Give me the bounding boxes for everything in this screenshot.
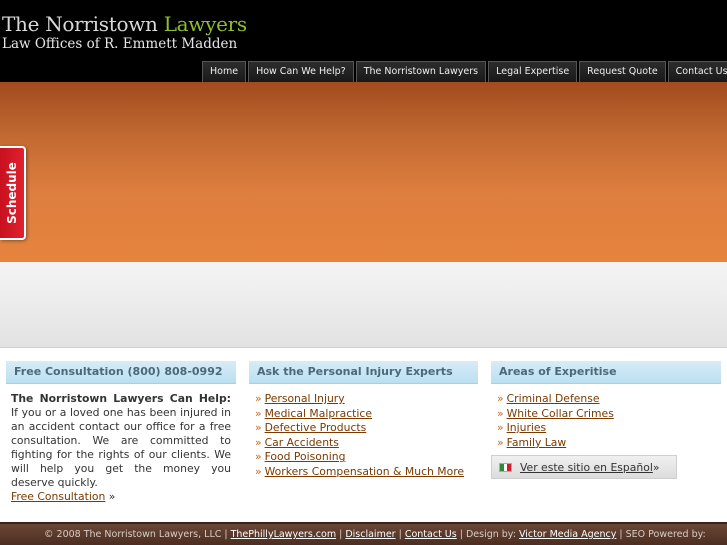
footer-copyright: © 2008 The Norristown Lawyers, LLC | bbox=[44, 529, 231, 540]
list-item: » Car Accidents bbox=[255, 436, 478, 451]
consultation-heading: Free Consultation (800) 808-0992 bbox=[6, 361, 236, 384]
logo-subtitle: Law Offices of R. Emmett Madden bbox=[2, 36, 238, 52]
bullet: » bbox=[255, 406, 262, 420]
footer-link-philly-lawyers[interactable]: ThePhillyLawyers.com bbox=[231, 529, 336, 540]
list-item: » Criminal Defense bbox=[497, 392, 721, 407]
nav-how-can-we-help[interactable]: How Can We Help? bbox=[248, 61, 354, 82]
link-defective-products[interactable]: Defective Products bbox=[265, 421, 367, 434]
footer-link-contact-us[interactable]: Contact Us bbox=[405, 529, 457, 540]
spanish-site-button[interactable]: Ver este sitio en Español » bbox=[491, 455, 677, 480]
link-suffix: » bbox=[105, 490, 116, 503]
site-footer: © 2008 The Norristown Lawyers, LLC | The… bbox=[0, 522, 727, 545]
footer-link-victor-media[interactable]: Victor Media Agency bbox=[519, 529, 616, 540]
areas-heading: Areas of Experitise bbox=[491, 361, 721, 384]
list-item: » Injuries bbox=[497, 421, 721, 436]
nav-request-quote[interactable]: Request Quote bbox=[579, 61, 666, 82]
site-header: The Norristown Lawyers Law Offices of R.… bbox=[0, 0, 727, 82]
nav-contact-us[interactable]: Contact Us bbox=[667, 61, 727, 82]
bullet: » bbox=[255, 435, 262, 449]
site-logo[interactable]: The Norristown Lawyers Law Offices of R.… bbox=[2, 14, 247, 54]
footer-seo-text: | SEO Powered by: bbox=[616, 529, 706, 540]
bullet: » bbox=[497, 421, 504, 435]
list-item: » Defective Products bbox=[255, 421, 478, 436]
logo-title-part2: Lawyers bbox=[163, 12, 247, 36]
experts-list: » Personal Injury » Medical Malpractice » D… bbox=[249, 392, 478, 480]
footer-design-text: | Design by: bbox=[456, 529, 519, 540]
link-personal-injury[interactable]: Personal Injury bbox=[265, 392, 345, 405]
schedule-label: Schedule bbox=[5, 162, 19, 224]
nav-home[interactable]: Home bbox=[202, 61, 247, 82]
link-family-law[interactable]: Family Law bbox=[507, 436, 567, 449]
list-item: » Food Poisoning bbox=[255, 450, 478, 465]
link-injuries[interactable]: Injuries bbox=[507, 421, 547, 434]
logo-title: The Norristown Lawyers bbox=[2, 14, 247, 34]
consultation-intro: The Norristown Lawyers Can Help: If you … bbox=[6, 392, 236, 504]
link-workers-compensation[interactable]: Workers Compensation & Much More bbox=[265, 465, 464, 478]
bullet: » bbox=[255, 421, 262, 435]
intro-bold: The Norristown Lawyers Can Help: bbox=[11, 392, 231, 405]
consultation-column: Free Consultation (800) 808-0992 The Nor… bbox=[6, 361, 236, 504]
areas-column: Areas of Experitise » Criminal Defense » W… bbox=[491, 361, 721, 480]
list-item: » White Collar Crimes bbox=[497, 407, 721, 422]
areas-list: » Criminal Defense » White Collar Crimes »… bbox=[491, 392, 721, 450]
footer-sep: | bbox=[395, 529, 405, 540]
free-consultation-link[interactable]: Free Consultation bbox=[11, 490, 105, 503]
bullet: » bbox=[497, 435, 504, 449]
main-nav: Home How Can We Help? The Norristown Law… bbox=[202, 61, 727, 82]
spanish-site-link[interactable]: Ver este sitio en Español bbox=[520, 461, 653, 474]
banner-fade bbox=[0, 262, 727, 348]
list-item: » Family Law bbox=[497, 436, 721, 451]
link-medical-malpractice[interactable]: Medical Malpractice bbox=[265, 407, 372, 420]
experts-column: Ask the Personal Injury Experts » Persona… bbox=[249, 361, 478, 480]
footer-link-disclaimer[interactable]: Disclaimer bbox=[345, 529, 395, 540]
list-item: » Medical Malpractice bbox=[255, 407, 478, 422]
list-item: » Workers Compensation & Much More bbox=[255, 465, 478, 480]
bullet: » bbox=[497, 406, 504, 420]
experts-heading: Ask the Personal Injury Experts bbox=[249, 361, 478, 384]
bullet: » bbox=[255, 464, 262, 478]
link-car-accidents[interactable]: Car Accidents bbox=[265, 436, 339, 449]
bullet: » bbox=[255, 392, 262, 405]
schedule-button[interactable]: Schedule bbox=[0, 146, 26, 240]
hero-banner bbox=[0, 82, 727, 262]
mexico-flag-icon bbox=[499, 462, 512, 472]
nav-the-norristown-lawyers[interactable]: The Norristown Lawyers bbox=[355, 61, 487, 82]
spanish-suffix: » bbox=[652, 460, 660, 474]
intro-text: If you or a loved one has been injured i… bbox=[11, 406, 231, 489]
link-food-poisoning[interactable]: Food Poisoning bbox=[265, 450, 346, 463]
logo-title-part1: The Norristown bbox=[2, 12, 164, 36]
list-item: » Personal Injury bbox=[255, 392, 478, 407]
bullet: » bbox=[497, 392, 504, 405]
nav-legal-expertise[interactable]: Legal Expertise bbox=[488, 61, 578, 82]
footer-sep: | bbox=[336, 529, 346, 540]
bullet: » bbox=[255, 450, 262, 464]
link-white-collar-crimes[interactable]: White Collar Crimes bbox=[507, 407, 614, 420]
link-criminal-defense[interactable]: Criminal Defense bbox=[507, 392, 600, 405]
